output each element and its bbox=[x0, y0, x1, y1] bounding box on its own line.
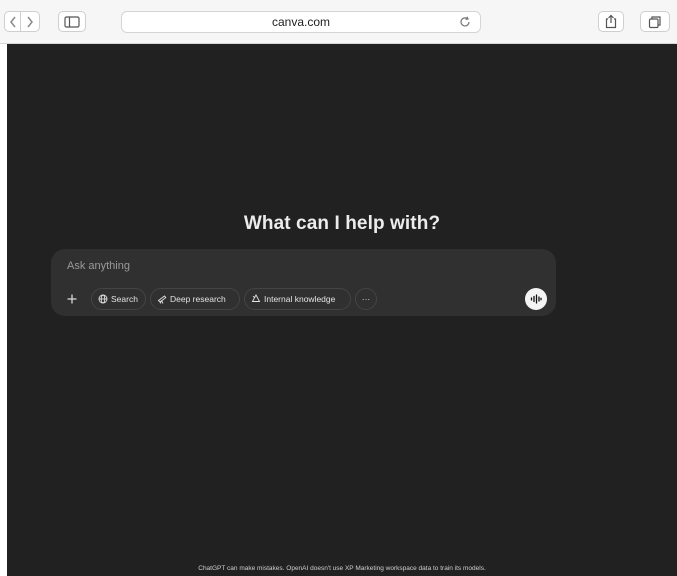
page-title: What can I help with? bbox=[243, 213, 441, 234]
more-tools-button[interactable]: ··· bbox=[355, 288, 377, 310]
deep-research-button[interactable]: Deep research bbox=[150, 288, 240, 310]
voice-mode-button[interactable] bbox=[525, 288, 547, 310]
globe-icon bbox=[98, 294, 108, 304]
chevron-left-icon bbox=[9, 16, 16, 27]
back-button[interactable] bbox=[4, 11, 20, 32]
telescope-icon bbox=[157, 295, 167, 304]
search-tool-label: Search bbox=[111, 294, 138, 304]
share-icon bbox=[605, 14, 617, 29]
plus-icon bbox=[67, 294, 77, 304]
prompt-composer[interactable]: Ask anything Search Deep research Intern… bbox=[51, 249, 556, 316]
screen: canva.com What can I help with? Ask anyt… bbox=[0, 0, 677, 576]
search-tool-button[interactable]: Search bbox=[91, 288, 146, 310]
recycle-icon bbox=[251, 294, 261, 302]
tabs-icon bbox=[648, 15, 661, 28]
url-text: canva.com bbox=[271, 15, 331, 29]
sidebar-icon bbox=[64, 15, 80, 28]
reload-icon[interactable] bbox=[458, 15, 472, 29]
sidebar-toggle-button[interactable] bbox=[58, 11, 86, 32]
address-bar[interactable]: canva.com bbox=[121, 11, 481, 33]
chat-page: What can I help with? Ask anything Searc… bbox=[7, 44, 677, 576]
browser-toolbar: canva.com bbox=[0, 0, 677, 44]
forward-button[interactable] bbox=[20, 11, 40, 32]
disclaimer-text: ChatGPT can make mistakes. OpenAI doesn'… bbox=[198, 565, 486, 572]
chevron-right-icon bbox=[27, 16, 33, 27]
internal-knowledge-label: Internal knowledge bbox=[264, 294, 336, 304]
deep-research-label: Deep research bbox=[170, 294, 226, 304]
tabs-overview-button[interactable] bbox=[640, 11, 670, 32]
internal-knowledge-button[interactable]: Internal knowledge bbox=[244, 288, 351, 310]
voice-waveform-icon bbox=[530, 294, 542, 304]
share-button[interactable] bbox=[598, 11, 624, 32]
add-attachment-button[interactable] bbox=[61, 288, 83, 310]
prompt-input[interactable]: Ask anything bbox=[67, 260, 130, 272]
more-icon: ··· bbox=[361, 294, 371, 304]
